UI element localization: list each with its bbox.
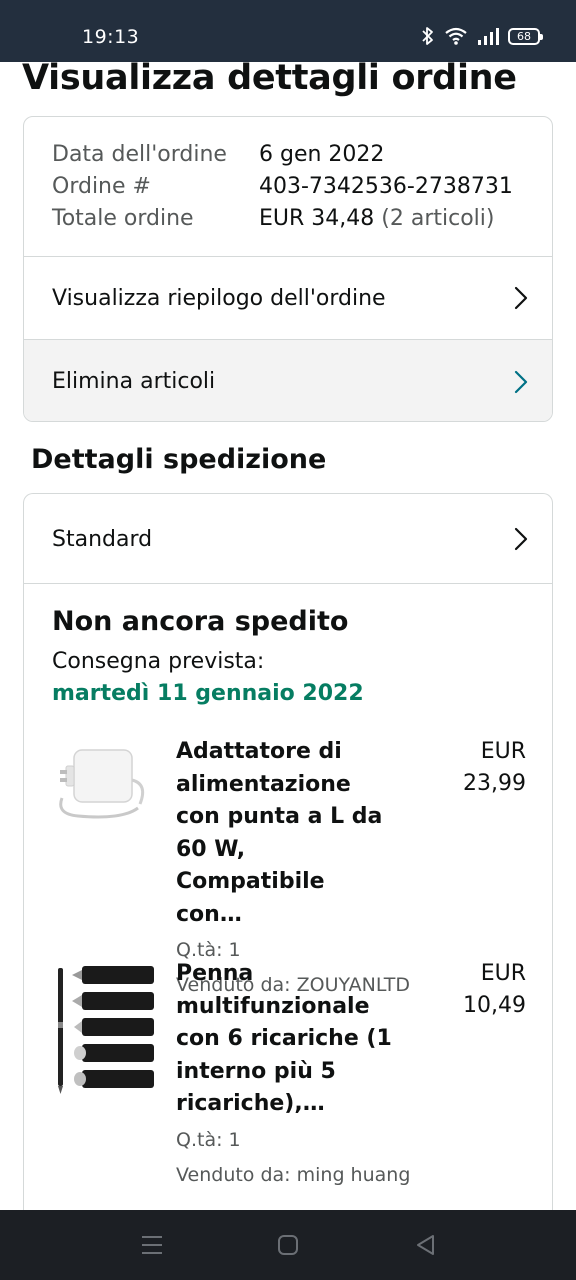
bluetooth-icon — [422, 27, 433, 45]
order-total-amount: EUR 34,48 — [259, 206, 375, 231]
order-total-label: Totale ordine — [52, 206, 194, 231]
delivery-date: martedì 11 gennaio 2022 — [52, 681, 364, 706]
item-price: EUR 23,99 — [463, 739, 526, 796]
item-seller: Venduto da: ming huang — [176, 1163, 411, 1186]
delete-items-label: Elimina articoli — [52, 369, 216, 394]
status-time: 19:13 — [82, 26, 140, 48]
shipping-method-link[interactable]: Standard — [24, 494, 552, 584]
order-info: Data dell'ordine 6 gen 2022 Ordine # 403… — [52, 139, 513, 235]
battery-level: 68 — [517, 29, 531, 43]
shipment-status: Non ancora spedito — [52, 606, 349, 637]
multifunction-pen-image[interactable] — [52, 958, 154, 1098]
order-number-row: Ordine # 403-7342536-2738731 — [52, 171, 513, 203]
view-order-summary-label: Visualizza riepilogo dell'ordine — [52, 285, 386, 311]
order-number-label: Ordine # — [52, 174, 151, 199]
order-total-items: (2 articoli) — [381, 206, 495, 231]
back-icon[interactable] — [413, 1232, 439, 1258]
delivery-label: Consegna prevista: — [52, 649, 265, 674]
shipping-section-title: Dettagli spedizione — [31, 444, 327, 475]
order-total-value: EUR 34,48 (2 articoli) — [259, 203, 494, 235]
signal-icon — [478, 28, 499, 45]
shipping-method-label: Standard — [52, 526, 153, 552]
order-date-label: Data dell'ordine — [52, 142, 227, 167]
status-bar: 19:13 68 — [0, 0, 576, 62]
order-date-value: 6 gen 2022 — [259, 142, 385, 167]
order-info-card: Data dell'ordine 6 gen 2022 Ordine # 403… — [23, 116, 553, 422]
order-date-row: Data dell'ordine 6 gen 2022 — [52, 139, 513, 171]
divider — [24, 583, 552, 584]
battery-icon: 68 — [508, 27, 543, 45]
item-title[interactable]: Penna multifunzionale con 6 ricariche (1… — [176, 958, 396, 1121]
item-title[interactable]: Adattatore di alimentazione con punta a … — [176, 736, 396, 931]
shipping-card: Standard Non ancora spedito Consegna pre… — [23, 493, 553, 1233]
order-number-value: 403-7342536-2738731 — [259, 174, 513, 199]
item-price: EUR 10,49 — [463, 961, 526, 1018]
power-adapter-image[interactable] — [52, 736, 154, 856]
chevron-right-icon — [514, 286, 528, 310]
view-order-summary-link[interactable]: Visualizza riepilogo dell'ordine — [24, 256, 552, 339]
delete-items-link[interactable]: Elimina articoli — [24, 339, 552, 421]
wifi-icon — [445, 27, 467, 45]
item-info: Penna multifunzionale con 6 ricariche (1… — [176, 958, 411, 1191]
item-quantity: Q.tà: 1 — [176, 1128, 241, 1151]
menu-icon[interactable] — [139, 1232, 165, 1258]
home-icon[interactable] — [275, 1232, 301, 1258]
system-nav-bar — [0, 1210, 576, 1280]
status-icons: 68 — [421, 26, 543, 46]
chevron-right-icon — [514, 370, 528, 393]
page-title: Visualizza dettagli ordine — [22, 58, 517, 98]
order-total-row: Totale ordine EUR 34,48 (2 articoli) — [52, 203, 513, 235]
chevron-right-icon — [514, 527, 528, 551]
